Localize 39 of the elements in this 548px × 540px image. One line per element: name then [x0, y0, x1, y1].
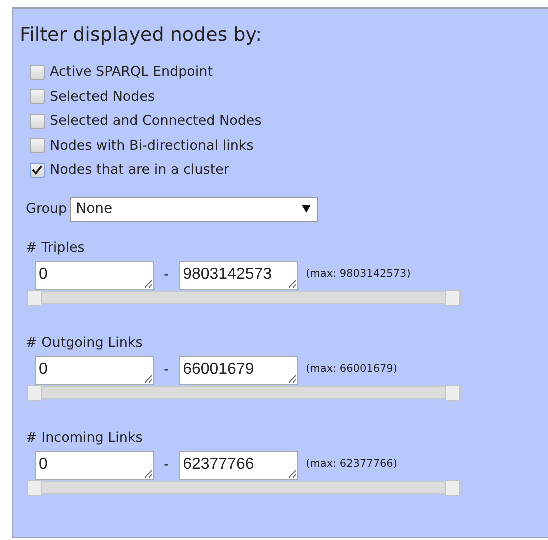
checkbox[interactable] — [30, 64, 45, 80]
slider-handle[interactable] — [445, 290, 460, 306]
checkbox[interactable] — [30, 89, 45, 104]
slider-handle[interactable] — [27, 384, 42, 400]
range-dash: - — [164, 266, 170, 284]
slider-track[interactable] — [27, 480, 461, 494]
checkbox-label[interactable]: Active SPARQL Endpoint — [50, 62, 214, 82]
checkbox-label[interactable]: Selected and Connected Nodes — [50, 111, 262, 132]
max-note: (max: 9803142573) — [306, 267, 411, 282]
checkmark-icon — [32, 165, 43, 176]
group-label: Group — [26, 200, 68, 219]
slider-handle[interactable] — [445, 384, 460, 400]
min-field[interactable]: 0 — [35, 356, 154, 384]
checkbox-label[interactable]: Selected Nodes — [50, 86, 156, 107]
panel-title: Filter displayed nodes by: — [20, 23, 264, 47]
range-label: # Outgoing Links — [25, 334, 144, 352]
checkbox[interactable] — [30, 114, 45, 129]
slider-handle[interactable] — [27, 290, 42, 306]
range-dash: - — [164, 360, 170, 380]
range-dash: - — [164, 456, 170, 474]
range-label: # Incoming Links — [25, 428, 144, 446]
checkbox[interactable] — [30, 162, 45, 178]
range-label: # Triples — [25, 238, 86, 256]
max-field[interactable]: 62377766 — [179, 450, 298, 480]
min-field[interactable]: 0 — [35, 450, 154, 480]
checkbox-label[interactable]: Nodes with Bi-directional links — [50, 136, 254, 156]
checkbox[interactable] — [30, 138, 45, 154]
max-field[interactable]: 9803142573 — [179, 260, 298, 290]
slider-track[interactable] — [27, 386, 461, 398]
caret-icon — [302, 205, 312, 213]
max-note: (max: 62377766) — [306, 457, 398, 472]
slider-handle[interactable] — [27, 480, 42, 496]
max-field[interactable]: 66001679 — [179, 356, 298, 384]
slider-track[interactable] — [27, 290, 461, 304]
slider-handle[interactable] — [445, 480, 460, 496]
max-note: (max: 66001679) — [306, 362, 398, 378]
min-field[interactable]: 0 — [35, 260, 154, 290]
group-dropdown[interactable]: None — [70, 196, 318, 222]
checkbox-label[interactable]: Nodes that are in a cluster — [50, 160, 230, 180]
